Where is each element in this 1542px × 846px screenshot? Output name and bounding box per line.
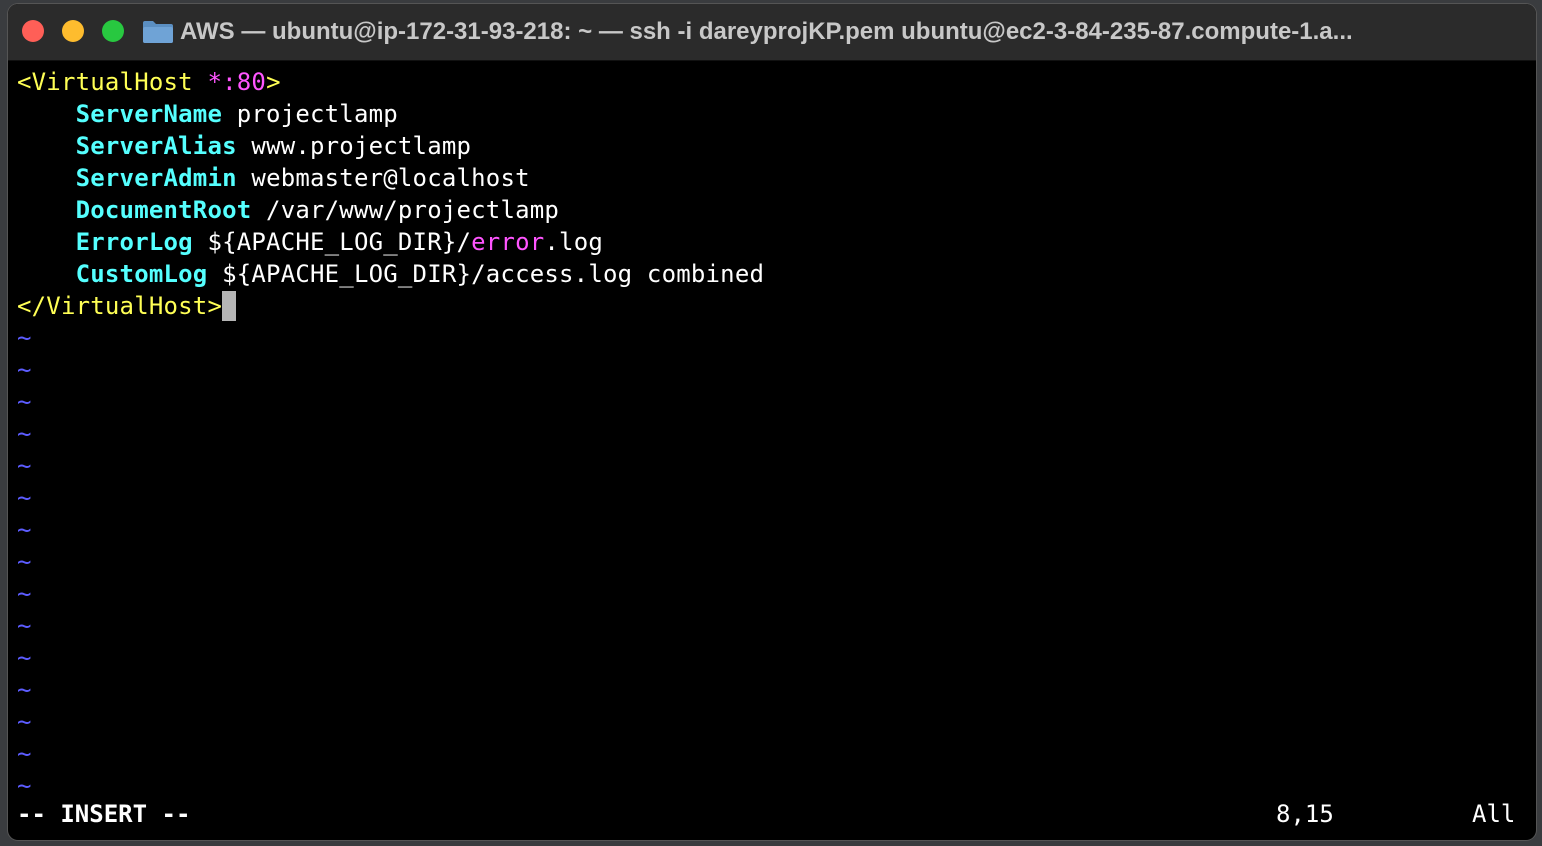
code-line[interactable]: DocumentRoot /var/www/projectlamp [17, 194, 764, 226]
text-cursor [222, 291, 237, 321]
directive-value: webmaster@localhost [236, 164, 530, 192]
terminal-window: AWS — ubuntu@ip-172-31-93-218: ~ — ssh -… [8, 4, 1536, 840]
highlighted-word: error [471, 228, 545, 256]
directive-value: ${APACHE_LOG_DIR}/ [192, 228, 472, 256]
title-bar[interactable]: AWS — ubuntu@ip-172-31-93-218: ~ — ssh -… [8, 4, 1536, 61]
directive-keyword: DocumentRoot [75, 196, 252, 224]
tag-open: <VirtualHost [17, 68, 208, 96]
folder-icon [143, 21, 173, 43]
empty-line-marker: ~ [17, 612, 32, 640]
vim-statusline: -- INSERT -- 8,15 All [17, 798, 1527, 830]
window-title: AWS — ubuntu@ip-172-31-93-218: ~ — ssh -… [180, 18, 1353, 45]
directive-value: /var/www/projectlamp [251, 196, 560, 224]
code-line[interactable]: CustomLog ${APACHE_LOG_DIR}/access.log c… [17, 258, 764, 290]
directive-keyword: CustomLog [75, 260, 208, 288]
code-line[interactable]: ServerAlias www.projectlamp [17, 130, 764, 162]
directive-value: ${APACHE_LOG_DIR}/access.log combined [207, 260, 765, 288]
scroll-position: All [1472, 800, 1516, 828]
empty-line-marker: ~ [17, 452, 32, 480]
code-line[interactable]: </VirtualHost> [17, 290, 764, 322]
directive-keyword: ErrorLog [75, 228, 193, 256]
empty-line-marker: ~ [17, 708, 32, 736]
tag-close: </VirtualHost> [17, 292, 223, 320]
empty-line-marker: ~ [17, 676, 32, 704]
directive-value: .log [544, 228, 604, 256]
empty-line-marker: ~ [17, 324, 32, 352]
code-line[interactable]: ServerName projectlamp [17, 98, 764, 130]
empty-line-marker: ~ [17, 548, 32, 576]
directive-keyword: ServerAlias [75, 132, 237, 160]
code-line[interactable]: ServerAdmin webmaster@localhost [17, 162, 764, 194]
tag-bracket: > [266, 68, 281, 96]
empty-line-marker: ~ [17, 484, 32, 512]
directive-keyword: ServerAdmin [75, 164, 237, 192]
empty-line-marker: ~ [17, 740, 32, 768]
close-window-button[interactable] [22, 20, 44, 42]
code-line[interactable]: ErrorLog ${APACHE_LOG_DIR}/error.log [17, 226, 764, 258]
empty-line-marker: ~ [17, 644, 32, 672]
directive-value: projectlamp [222, 100, 398, 128]
minimize-window-button[interactable] [62, 20, 84, 42]
mode-indicator: -- INSERT -- [17, 800, 191, 828]
empty-line-marker: ~ [17, 420, 32, 448]
zoom-window-button[interactable] [102, 20, 124, 42]
empty-line-marker: ~ [17, 388, 32, 416]
vim-buffer[interactable]: <VirtualHost *:80> ServerName projectlam… [17, 66, 764, 802]
empty-line-marker: ~ [17, 580, 32, 608]
virtualhost-address: *:80 [207, 68, 267, 96]
directive-keyword: ServerName [75, 100, 223, 128]
empty-line-marker: ~ [17, 356, 32, 384]
empty-line-marker: ~ [17, 516, 32, 544]
cursor-position: 8,15 [1276, 800, 1334, 828]
directive-value: www.projectlamp [236, 132, 472, 160]
code-line[interactable]: <VirtualHost *:80> [17, 66, 764, 98]
